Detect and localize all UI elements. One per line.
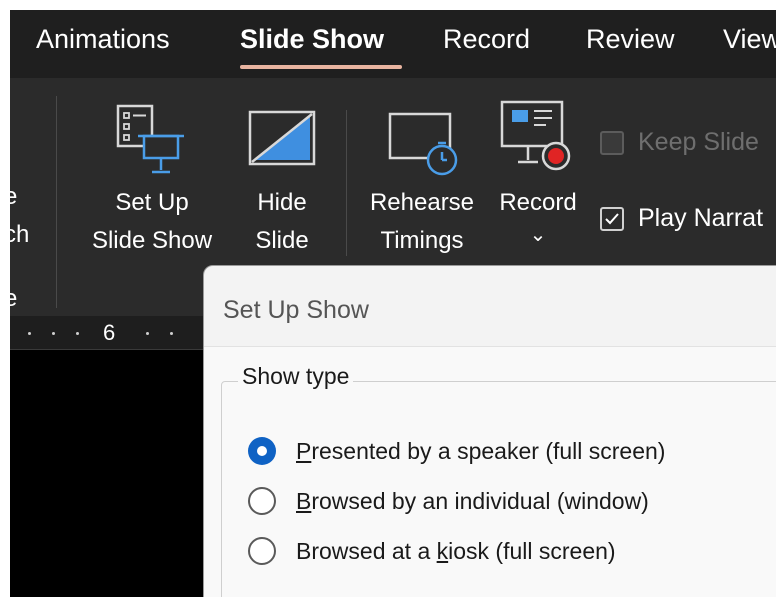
- horizontal-ruler: 6: [10, 316, 210, 350]
- tab-review[interactable]: Review: [586, 24, 675, 55]
- rehearse-timings-label-1: Rehearse: [369, 189, 475, 216]
- radio-presented-by-speaker[interactable]: Presented by a speaker (full screen): [248, 437, 665, 465]
- radio-label: Presented by a speaker (full screen): [296, 437, 666, 464]
- ruler-number: 6: [103, 320, 116, 345]
- ruler-tick: [52, 332, 55, 335]
- check-icon: [605, 212, 619, 224]
- tab-slide-show[interactable]: Slide Show: [240, 24, 384, 55]
- set-up-slide-show-label-1: Set Up: [115, 189, 189, 216]
- radio-button[interactable]: [248, 487, 276, 515]
- set-up-show-dialog: Set Up Show Show type Presented by a spe…: [203, 265, 776, 597]
- tab-record[interactable]: Record: [443, 24, 530, 55]
- group-separator: [346, 110, 347, 256]
- show-type-legend: Show type: [238, 363, 354, 390]
- active-tab-indicator: [240, 65, 402, 69]
- play-narrations-checkbox-box[interactable]: [600, 206, 624, 231]
- tab-animations[interactable]: Animations: [36, 24, 170, 55]
- dialog-title: Set Up Show: [223, 296, 369, 324]
- radio-button-selected[interactable]: [248, 437, 276, 465]
- truncated-button-label: e ch: [10, 183, 30, 248]
- ruler-tick: [28, 332, 31, 335]
- tab-view[interactable]: View: [723, 24, 776, 55]
- set-up-slide-show-label-2: Slide Show: [91, 227, 213, 254]
- radio-button[interactable]: [248, 537, 276, 565]
- rehearse-timings-icon: [388, 112, 458, 176]
- hide-slide-label-2: Slide: [255, 227, 309, 254]
- setup-slide-show-icon: [116, 104, 184, 174]
- radio-label: Browsed at a kiosk (full screen): [296, 537, 616, 564]
- keep-slide-checkbox-box: [600, 130, 624, 155]
- keep-slide-timings-checkbox: Keep Slide: [600, 128, 759, 157]
- ruler-tick: [76, 332, 79, 335]
- ribbon-tab-bar: Animations Slide Show Record Review View: [10, 10, 776, 78]
- keep-slide-label: Keep Slide: [638, 128, 759, 156]
- radio-browsed-at-kiosk[interactable]: Browsed at a kiosk (full screen): [248, 537, 616, 565]
- radio-browsed-by-individual[interactable]: Browsed by an individual (window): [248, 487, 649, 515]
- record-dropdown-caret[interactable]: ⌄: [526, 216, 550, 254]
- hide-slide-icon: [248, 110, 316, 166]
- slide-canvas: [10, 350, 210, 597]
- powerpoint-window: Animations Slide Show Record Review View…: [10, 10, 776, 597]
- truncated-group-label: e: [10, 285, 18, 312]
- rehearse-timings-label-2: Timings: [380, 227, 464, 254]
- play-narrations-label: Play Narrat: [638, 204, 764, 232]
- group-separator: [56, 96, 57, 308]
- ruler-tick: [170, 332, 173, 335]
- record-icon: [500, 100, 571, 171]
- ruler-tick: [146, 332, 149, 335]
- dialog-body: Show type Presented by a speaker (full s…: [204, 346, 776, 597]
- hide-slide-label-1: Hide: [257, 189, 307, 216]
- radio-label: Browsed by an individual (window): [296, 487, 649, 514]
- play-narrations-checkbox[interactable]: Play Narrat: [600, 204, 763, 233]
